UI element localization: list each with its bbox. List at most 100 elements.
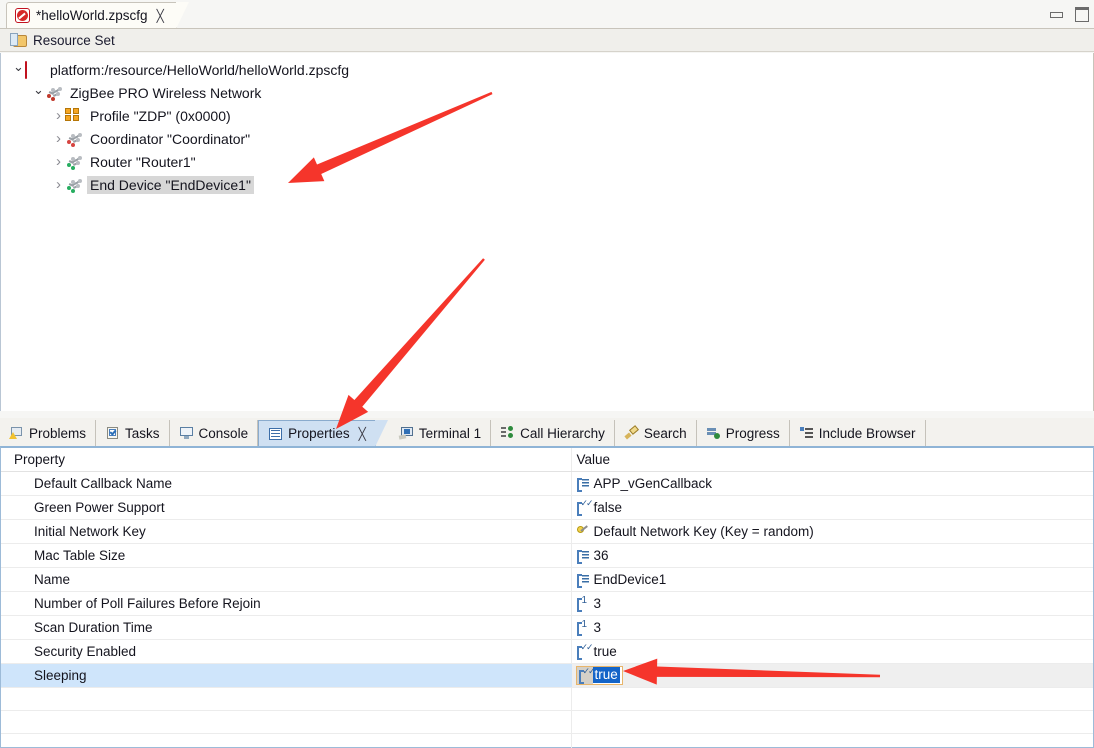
chevron-down-icon[interactable] [12,62,25,78]
tab-terminal-1[interactable]: Terminal 1 [390,420,492,446]
chevron-right-icon[interactable] [52,176,65,193]
tree-node-label: platform:/resource/HelloWorld/helloWorld… [50,61,350,78]
property-name-cell[interactable]: Initial Network Key [1,519,572,544]
editor-tab-row: *helloWorld.zpscfg ╳ [0,0,1094,29]
tab-label: Tasks [125,425,160,441]
table-row[interactable]: Name EndDevice1 [1,567,1093,592]
console-icon [179,426,194,440]
tree-node[interactable]: ZigBee PRO Wireless Network [1,81,1093,104]
table-row[interactable]: Number of Poll Failures Before Rejoin 3 [1,591,1093,616]
tree-node-label: Coordinator "Coordinator" [90,130,251,147]
table-row[interactable] [1,710,1093,734]
property-name-cell[interactable]: Number of Poll Failures Before Rejoin [1,591,572,616]
close-icon[interactable]: ╳ [359,427,366,441]
zpscfg-file-icon [25,60,43,79]
minimize-icon[interactable] [1048,6,1063,19]
property-name-cell[interactable]: Scan Duration Time [1,615,572,640]
property-name-cell[interactable] [1,733,572,748]
boolean-value-icon [578,667,594,684]
property-value-cell[interactable]: 36 [571,543,1093,568]
chevron-right-icon[interactable] [52,107,65,124]
close-icon[interactable]: ╳ [157,9,164,23]
property-value-cell[interactable]: true [571,639,1093,664]
tab-problems[interactable]: Problems [0,420,97,446]
value-type-icon [576,548,590,564]
property-value-cell[interactable]: APP_vGenCallback [571,471,1093,496]
property-name-cell[interactable] [1,687,572,711]
column-header-value[interactable]: Value [571,448,1093,472]
model-tree[interactable]: platform:/resource/HelloWorld/helloWorld… [0,53,1094,411]
property-value-text: EndDevice1 [593,571,667,587]
table-row[interactable]: Sleeping true [1,663,1093,688]
property-value-cell[interactable] [571,710,1093,734]
tab-label: Search [643,425,687,441]
tab-call-hierarchy[interactable]: Call Hierarchy [491,420,615,446]
property-value-cell[interactable] [571,733,1093,748]
property-name-cell[interactable]: Sleeping [1,663,572,688]
property-name-cell[interactable]: Green Power Support [1,495,572,520]
tab-label: Properties [288,426,350,441]
table-row[interactable] [1,733,1093,748]
value-type-icon [576,499,592,516]
bottom-view-stack: Problems Tasks Console Properties ╳ Terminal … [0,418,1094,748]
tab-label: Include Browser [818,425,916,441]
maximize-icon[interactable] [1073,6,1089,22]
property-value-cell[interactable]: true [571,663,1093,688]
table-row[interactable]: Default Callback Name APP_vGenCallback [1,471,1093,496]
tree-node[interactable]: End Device "EndDevice1" [1,173,1093,196]
property-name-cell[interactable]: Name [1,567,572,592]
property-value-cell[interactable]: false [571,495,1093,520]
include-browser-icon [799,426,814,440]
tab-tasks[interactable]: Tasks [96,420,170,446]
property-value-text: APP_vGenCallback [593,475,713,491]
chevron-right-icon[interactable] [52,130,65,147]
tree-node-label: Router "Router1" [90,153,196,170]
value-type-icon [576,619,590,636]
editor-tab-label: *helloWorld.zpscfg [36,8,148,23]
tree-node-label: ZigBee PRO Wireless Network [70,84,262,101]
tasks-icon [105,426,120,440]
chevron-right-icon[interactable] [52,153,65,170]
table-row[interactable]: Security Enabled true [1,639,1093,664]
tab-console[interactable]: Console [170,420,259,446]
tree-node[interactable]: Router "Router1" [1,150,1093,173]
property-value-text: 3 [593,595,602,611]
property-name-cell[interactable]: Security Enabled [1,639,572,664]
tab-search[interactable]: Search [615,420,697,446]
tab-properties[interactable]: Properties ╳ [258,420,388,447]
tab-include-browser[interactable]: Include Browser [790,420,926,446]
table-row[interactable]: Initial Network Key Default Network Key (… [1,519,1093,544]
view-tab-row: Problems Tasks Console Properties ╳ Terminal … [0,418,1094,447]
property-value-cell[interactable]: EndDevice1 [571,567,1093,592]
editor-tab-helloworld[interactable]: *helloWorld.zpscfg ╳ [6,2,189,29]
table-row[interactable]: Mac Table Size 36 [1,543,1093,568]
property-name-cell[interactable] [1,710,572,734]
tab-label: Progress [725,425,780,441]
tree-node[interactable]: Profile "ZDP" (0x0000) [1,104,1093,127]
property-value-cell[interactable] [571,687,1093,711]
property-value-cell[interactable]: 3 [571,591,1093,616]
tree-node[interactable]: platform:/resource/HelloWorld/helloWorld… [1,58,1093,81]
table-row[interactable]: Green Power Support false [1,495,1093,520]
chevron-down-icon[interactable] [32,85,45,101]
table-row[interactable] [1,687,1093,711]
profile-icon [65,107,83,124]
resource-set-icon [10,33,27,47]
window-controls [1048,6,1089,22]
table-row[interactable]: Scan Duration Time 3 [1,615,1093,640]
resource-set-bar: Resource Set [0,28,1094,52]
tab-progress[interactable]: Progress [697,420,790,446]
value-editor-text[interactable]: true [592,667,620,683]
value-type-icon [576,643,592,660]
property-value-text: 3 [593,619,602,635]
tree-node-label: Profile "ZDP" (0x0000) [90,107,231,124]
property-value-cell[interactable]: 3 [571,615,1093,640]
value-type-icon [576,595,590,612]
property-name-cell[interactable]: Default Callback Name [1,471,572,496]
column-header-property[interactable]: Property [1,448,572,472]
property-name-cell[interactable]: Mac Table Size [1,543,572,568]
problems-icon [9,426,24,440]
value-cell-editor[interactable]: true [575,665,623,685]
property-value-cell[interactable]: Default Network Key (Key = random) [571,519,1093,544]
tree-node[interactable]: Coordinator "Coordinator" [1,127,1093,150]
